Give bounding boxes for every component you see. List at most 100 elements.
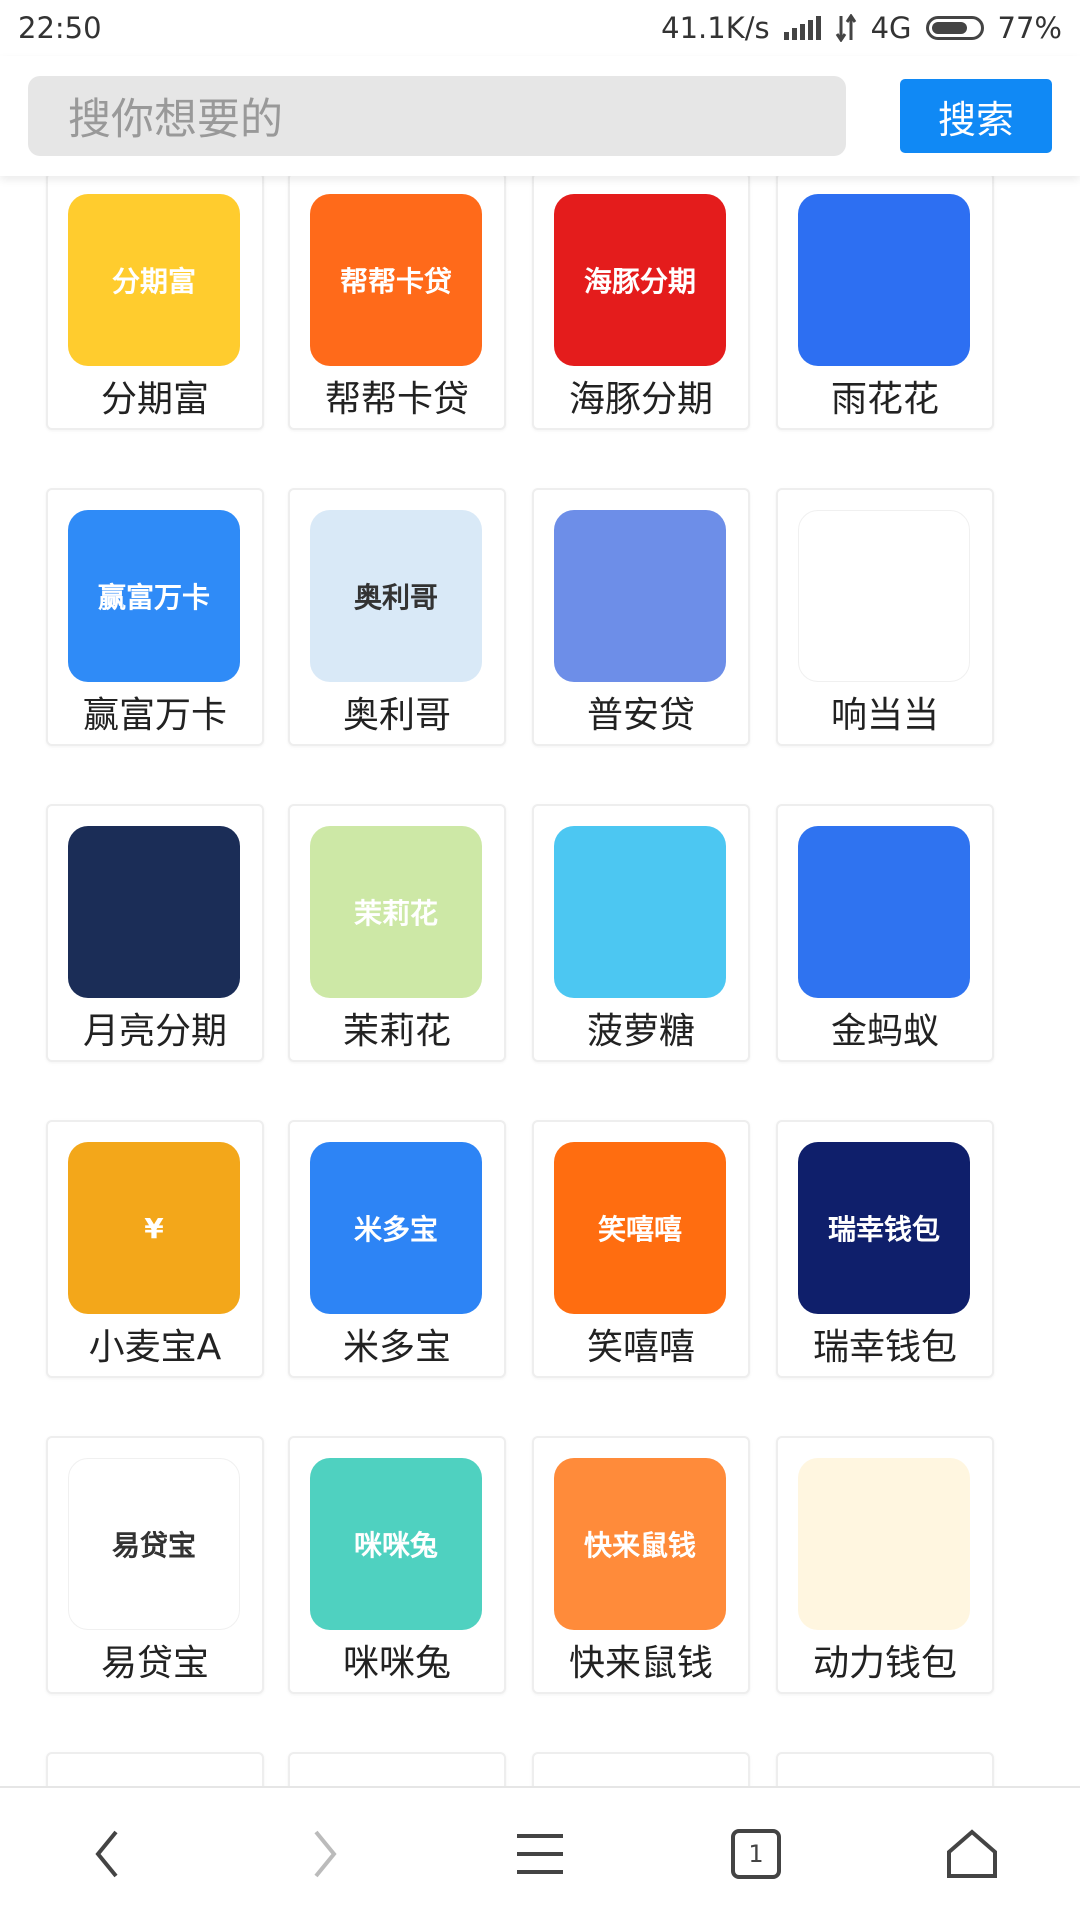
- app-grid: 分期富 分期富 帮帮卡贷 帮帮卡贷 海豚分期 海豚分期 雨花花 赢富万卡 赢富万卡 奥利哥 奥利哥普…: [0, 176, 1080, 1786]
- lotus-icon: [798, 194, 970, 366]
- app-icon-text: 茉莉花: [353, 897, 438, 930]
- app-card[interactable]: 咪咪兔 咪咪兔: [288, 1436, 506, 1694]
- network-type: 4G: [870, 11, 912, 45]
- app-card[interactable]: 海豚分期 海豚分期: [532, 176, 750, 430]
- search-placeholder: 搜你想要的: [68, 95, 283, 145]
- app-label: 响当当: [830, 695, 939, 736]
- home-button[interactable]: [922, 1814, 1022, 1894]
- pineapple-icon: [554, 826, 726, 998]
- app-icon-text: 帮帮卡贷: [339, 265, 452, 298]
- app-label: 分期富: [100, 379, 209, 420]
- app-card[interactable]: 响当当: [776, 488, 994, 746]
- app-icon-text: 快来鼠钱: [583, 1529, 696, 1562]
- app-icon-text: 咪咪兔: [353, 1529, 438, 1562]
- app-icon-text: 海豚分期: [583, 265, 696, 298]
- app-icon-text: 米多宝: [353, 1213, 438, 1246]
- app-label: 小麦宝A: [88, 1327, 222, 1368]
- app-card[interactable]: [776, 1752, 994, 1786]
- app-card[interactable]: 月亮分期: [46, 804, 264, 1062]
- wheat-icon: ¥: [68, 1142, 240, 1314]
- app-card[interactable]: 菠萝糖: [532, 804, 750, 1062]
- app-label: 赢富万卡: [82, 695, 227, 736]
- status-time: 22:50: [18, 11, 102, 45]
- search-button[interactable]: 搜索: [900, 79, 1052, 153]
- menu-icon: [517, 1834, 563, 1874]
- app-card[interactable]: 瑞幸钱包 瑞幸钱包: [776, 1120, 994, 1378]
- app-icon-text: 奥利哥: [353, 581, 438, 614]
- status-indicators: 41.1K/s 4G 77%: [661, 11, 1062, 45]
- signal-icon: [783, 16, 821, 40]
- network-speed: 41.1K/s: [661, 11, 770, 45]
- app-label: 米多宝: [342, 1327, 451, 1368]
- flower-icon: 茉莉花: [310, 826, 482, 998]
- moon-icon: [68, 826, 240, 998]
- app-label: 咪咪兔: [342, 1643, 451, 1684]
- mouse-icon: 快来鼠钱: [554, 1458, 726, 1630]
- app-label: 笑嘻嘻: [586, 1327, 695, 1368]
- app-card[interactable]: 分期富 分期富: [46, 176, 264, 430]
- app-label: 茉莉花: [342, 1011, 451, 1052]
- app-icon-text: ¥: [144, 1211, 164, 1245]
- app-card[interactable]: 动力钱包: [776, 1436, 994, 1694]
- app-label: 帮帮卡贷: [324, 379, 469, 420]
- app-icon-text: 分期富: [111, 265, 196, 298]
- god-of-wealth-icon: 笑嘻嘻: [554, 1142, 726, 1314]
- app-label: 金蚂蚁: [830, 1011, 939, 1052]
- app-card[interactable]: 易贷宝 易贷宝: [46, 1436, 264, 1694]
- home-icon: [947, 1829, 997, 1878]
- ant-icon: [798, 826, 970, 998]
- app-icon-text: 瑞幸钱包: [827, 1213, 940, 1246]
- app-card[interactable]: 赢富万卡 赢富万卡: [46, 488, 264, 746]
- app-label: 易贷宝: [100, 1643, 209, 1684]
- app-card[interactable]: 快来鼠钱 快来鼠钱: [532, 1436, 750, 1694]
- tabs-button[interactable]: 1: [706, 1814, 806, 1894]
- sparkle-icon: [798, 510, 970, 682]
- wallet-icon: 赢富万卡: [68, 510, 240, 682]
- app-card[interactable]: 奥利哥 奥利哥: [288, 488, 506, 746]
- app-card[interactable]: 帮帮卡贷 帮帮卡贷: [288, 176, 506, 430]
- status-bar: 22:50 41.1K/s 4G 77%: [0, 0, 1080, 56]
- app-card[interactable]: [46, 1752, 264, 1786]
- app-label: 动力钱包: [812, 1643, 957, 1684]
- app-label: 快来鼠钱: [568, 1643, 713, 1684]
- app-label: 菠萝糖: [586, 1011, 695, 1052]
- app-card[interactable]: 普安贷: [532, 488, 750, 746]
- app-card[interactable]: ¥ 小麦宝A: [46, 1120, 264, 1378]
- app-label: 月亮分期: [82, 1011, 227, 1052]
- search-input[interactable]: 搜你想要的: [28, 76, 846, 156]
- dolphin-icon: 海豚分期: [554, 194, 726, 366]
- app-card[interactable]: 雨花花: [776, 176, 994, 430]
- app-card[interactable]: 笑嘻嘻 笑嘻嘻: [532, 1120, 750, 1378]
- app-card[interactable]: 金蚂蚁: [776, 804, 994, 1062]
- chicken-icon: 分期富: [68, 194, 240, 366]
- portrait-icon: 奥利哥: [310, 510, 482, 682]
- app-label: 雨花花: [830, 379, 939, 420]
- bottom-navigation: 1: [0, 1786, 1080, 1920]
- rabbit-icon: 咪咪兔: [310, 1458, 482, 1630]
- deer-icon: 瑞幸钱包: [798, 1142, 970, 1314]
- data-transfer-icon: [835, 14, 856, 42]
- back-button[interactable]: [58, 1814, 158, 1894]
- app-card[interactable]: [288, 1752, 506, 1786]
- battery-percentage: 77%: [997, 11, 1062, 45]
- person-icon: [554, 510, 726, 682]
- chevron-right-icon: [314, 1830, 337, 1878]
- tab-count: 1: [748, 1840, 764, 1868]
- app-icon-text: 赢富万卡: [97, 581, 210, 614]
- forward-button[interactable]: [274, 1814, 374, 1894]
- chevron-left-icon: [95, 1830, 118, 1878]
- red-envelope-icon: [798, 1458, 970, 1630]
- app-card[interactable]: 茉莉花 茉莉花: [288, 804, 506, 1062]
- app-icon-text: 笑嘻嘻: [597, 1213, 682, 1246]
- battery-icon: [925, 16, 984, 40]
- app-label: 普安贷: [586, 695, 695, 736]
- card-icon: 帮帮卡贷: [310, 194, 482, 366]
- search-header: 搜你想要的 搜索: [0, 56, 1080, 176]
- menu-button[interactable]: [490, 1814, 590, 1894]
- app-label: 奥利哥: [342, 695, 451, 736]
- fruit-icon: 易贷宝: [68, 1458, 240, 1630]
- app-card[interactable]: 米多宝 米多宝: [288, 1120, 506, 1378]
- app-label: 海豚分期: [568, 379, 713, 420]
- app-card[interactable]: [532, 1752, 750, 1786]
- pig-icon: 米多宝: [310, 1142, 482, 1314]
